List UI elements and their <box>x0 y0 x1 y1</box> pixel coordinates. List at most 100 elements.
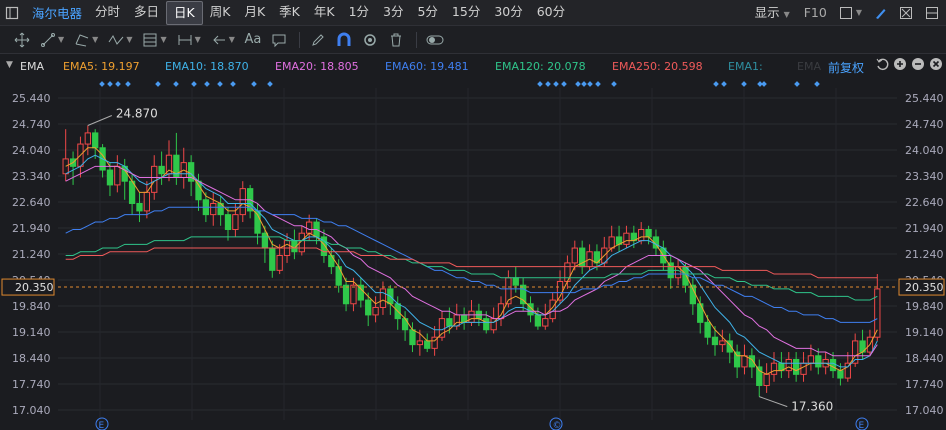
candle-down <box>733 351 741 368</box>
event-marker-label: © <box>553 421 562 430</box>
candle-down <box>195 180 202 201</box>
candle-up <box>770 362 778 375</box>
stock-name[interactable]: 海尔电器 <box>26 3 88 22</box>
y-tick-left: 17.040 <box>12 404 51 417</box>
candle-down <box>534 314 542 327</box>
ema10-label: EMA10: 18.870 <box>165 60 249 73</box>
period-tab[interactable]: 周K <box>203 1 238 23</box>
drawing-toolbar: ▼ ▼ ▼ ▼ ▼ ▼ Aa <box>0 26 946 54</box>
period-tab[interactable]: 日K <box>166 0 203 25</box>
candle-up <box>763 373 770 386</box>
adjust-mode-button[interactable]: 前复权 <box>828 59 864 76</box>
comment-icon[interactable] <box>267 29 291 51</box>
chevron-down-icon[interactable]: ▼ <box>6 60 13 70</box>
chevron-down-icon[interactable]: ▼ <box>856 8 862 17</box>
channel-draw-icon[interactable] <box>70 29 94 51</box>
candle-down <box>224 214 232 230</box>
measure-icon[interactable] <box>173 29 197 51</box>
candle-up <box>416 340 424 346</box>
y-tick-left: 17.740 <box>12 378 51 391</box>
ema1-label: EMA1: <box>728 60 763 73</box>
candle-up <box>719 340 726 346</box>
toggle-icon[interactable] <box>423 29 447 51</box>
candle-down <box>136 202 143 212</box>
y-tick-left: 19.140 <box>12 326 51 339</box>
candle-up <box>84 132 91 145</box>
chevron-down-icon[interactable]: ▼ <box>229 35 235 44</box>
period-tab[interactable]: 月K <box>237 1 272 23</box>
y-tick-right: 21.240 <box>905 248 944 261</box>
remove-icon[interactable] <box>911 57 925 74</box>
candle-up <box>556 280 564 301</box>
trash-icon[interactable] <box>384 29 408 51</box>
period-tab[interactable]: 年K <box>307 1 342 23</box>
chevron-down-icon[interactable]: ▼ <box>92 35 98 44</box>
indicator-name[interactable]: EMA <box>20 60 44 73</box>
chevron-down-icon[interactable]: ▼ <box>195 35 201 44</box>
line-draw-icon[interactable] <box>36 29 60 51</box>
period-tab[interactable]: 季K <box>272 1 307 23</box>
display-menu[interactable]: 显示 ▼ <box>748 2 797 24</box>
reset-icon[interactable] <box>875 57 889 74</box>
candle-down <box>158 165 165 175</box>
period-tab[interactable]: 5分 <box>410 1 444 23</box>
y-tick-left: 24.040 <box>12 144 51 157</box>
candlestick-chart[interactable]: 25.440 25.440 24.740 24.740 24.040 24.040 23.3… <box>0 78 946 430</box>
eye-icon[interactable] <box>358 29 382 51</box>
arrow-left-icon[interactable] <box>207 29 231 51</box>
text-icon[interactable]: Aa <box>241 29 265 51</box>
candle-up <box>210 202 217 216</box>
ema60-label: EMA60: 19.481 <box>385 60 469 73</box>
candle-down <box>512 277 519 286</box>
fib-draw-icon[interactable] <box>138 29 162 51</box>
candle-down <box>261 232 269 249</box>
y-tick-left: 23.340 <box>12 170 51 183</box>
event-marker-label: E <box>99 421 105 430</box>
period-tabs: 分时 多日 日K 周K 月K 季K 年K 1分 3分 5分 15分 30分 60分 <box>88 0 572 25</box>
layout-icon[interactable] <box>920 2 944 24</box>
period-tab[interactable]: 1分 <box>342 1 376 23</box>
y-tick-left: 18.440 <box>12 352 51 365</box>
y-tick-right: 24.740 <box>905 118 944 131</box>
grid-icon[interactable] <box>894 2 918 24</box>
period-tab[interactable]: 3分 <box>376 1 410 23</box>
candle-up <box>571 247 578 264</box>
high-label: 24.870 <box>116 106 158 120</box>
candle-down <box>342 284 350 305</box>
candle-down <box>106 169 114 186</box>
magnet-icon[interactable] <box>332 29 356 51</box>
chevron-down-icon[interactable]: ▼ <box>58 35 64 44</box>
brush-icon[interactable] <box>868 2 892 24</box>
window-icon[interactable] <box>0 2 24 24</box>
y-tick-right: 19.140 <box>905 326 944 339</box>
period-tab[interactable]: 30分 <box>487 1 529 23</box>
move-icon[interactable] <box>10 29 34 51</box>
candle-down <box>756 366 763 386</box>
close-icon[interactable] <box>929 57 943 74</box>
candle-up <box>807 355 815 364</box>
pen-icon[interactable] <box>306 29 330 51</box>
wave-draw-icon[interactable] <box>104 29 128 51</box>
candle-up <box>468 310 475 323</box>
candle-up <box>542 318 549 327</box>
add-icon[interactable] <box>893 57 907 74</box>
color-box-icon[interactable] <box>834 2 858 24</box>
y-tick-left: 24.740 <box>12 118 51 131</box>
candle-down <box>409 329 416 346</box>
candle-down <box>269 247 276 271</box>
candle-up <box>276 254 283 271</box>
period-tab[interactable]: 60分 <box>530 1 572 23</box>
candle-down <box>328 254 335 268</box>
f10-button[interactable]: F10 <box>797 2 834 24</box>
ema5-label: EMA5: 19.197 <box>63 60 140 73</box>
ema120-label: EMA120: 20.078 <box>495 60 586 73</box>
period-tab[interactable]: 分时 <box>88 1 127 23</box>
period-tab[interactable]: 多日 <box>127 1 166 23</box>
chevron-down-icon[interactable]: ▼ <box>126 35 132 44</box>
y-tick-left: 22.640 <box>12 196 51 209</box>
candle-down <box>704 321 711 338</box>
period-tab[interactable]: 15分 <box>445 1 487 23</box>
candle-up <box>232 214 239 230</box>
chevron-down-icon[interactable]: ▼ <box>160 35 166 44</box>
y-tick-left: 21.940 <box>12 222 51 235</box>
